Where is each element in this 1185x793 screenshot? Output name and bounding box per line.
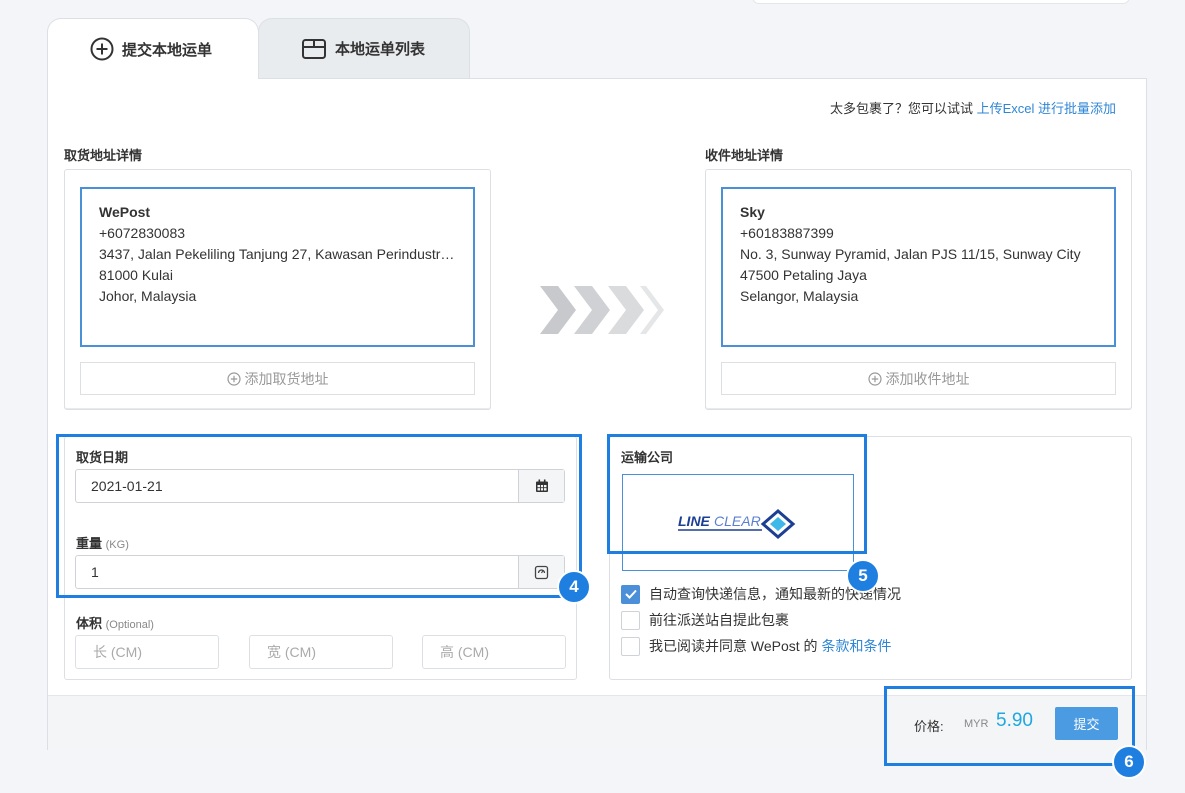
receiver-street: No. 3, Sunway Pyramid, Jalan PJS 11/15, …: [740, 246, 1081, 262]
carrier-label: 运输公司: [621, 450, 674, 465]
weight-unit: (KG): [105, 539, 129, 551]
add-receiver-label: 添加收件地址: [885, 370, 970, 387]
agree-terms-checkbox[interactable]: [621, 636, 640, 656]
add-receiver-address-button[interactable]: 添加收件地址: [721, 362, 1116, 395]
price-footer: 价格: MYR 5.90 提交: [48, 695, 1146, 750]
pickup-address-title: 取货地址详情: [64, 148, 143, 163]
calendar-button[interactable]: [518, 470, 564, 502]
tab-submit-local-waybill[interactable]: 提交本地运单: [47, 18, 259, 79]
terms-link[interactable]: 条款和条件: [822, 636, 892, 656]
carrier-box: 运输公司 LINE CLEAR 自动查询快递信息，通知最新的快递情况 前往派送站…: [609, 436, 1132, 680]
receiver-state: Selangor, Malaysia: [740, 288, 859, 304]
option-self-pickup[interactable]: 前往派送站自提此包裹: [621, 610, 789, 630]
option-agree-terms[interactable]: 我已阅读并同意 WePost 的条款和条件: [621, 636, 892, 656]
plus-circle-icon: [867, 371, 882, 386]
weight-value: 1: [91, 564, 99, 580]
logo-text-line: LINE: [678, 513, 711, 529]
price-label: 价格:: [914, 719, 944, 734]
pickup-address-card[interactable]: WePost +6072830083 3437, Jalan Pekelilin…: [80, 187, 475, 347]
callout-badge-6: 6: [1112, 745, 1146, 779]
top-search-bar[interactable]: [752, 0, 1130, 4]
pickup-state: Johor, Malaysia: [99, 288, 197, 304]
submit-button[interactable]: 提交: [1055, 707, 1118, 740]
receiver-city: 47500 Petaling Jaya: [740, 267, 867, 283]
logo-text-clear: CLEAR: [714, 513, 761, 529]
direction-arrows-icon: [540, 286, 664, 334]
calendar-icon: [535, 479, 548, 492]
weight-field[interactable]: 1: [75, 555, 565, 589]
upload-excel-link[interactable]: 上传Excel 进行批量添加: [977, 101, 1116, 116]
add-pickup-address-button[interactable]: 添加取货地址: [80, 362, 475, 395]
length-input[interactable]: 长 (CM): [75, 635, 219, 669]
auto-tracking-checkbox[interactable]: [621, 584, 640, 604]
pickup-date-value: 2021-01-21: [91, 478, 163, 494]
width-input[interactable]: 宽 (CM): [249, 635, 393, 669]
receiver-address-title: 收件地址详情: [705, 148, 784, 163]
lineclear-logo: LINE CLEAR: [678, 508, 796, 539]
receiver-name: Sky: [740, 204, 765, 220]
pickup-date-field[interactable]: 2021-01-21: [75, 469, 565, 503]
volume-label-text: 体积: [76, 616, 103, 631]
height-input[interactable]: 高 (CM): [422, 635, 566, 669]
pickup-city: 81000 Kulai: [99, 267, 173, 283]
pickup-details-box: 取货日期 2021-01-21 重量 (KG) 1 体积 (Optional) …: [64, 436, 577, 680]
callout-badge-5: 5: [846, 559, 880, 593]
receiver-phone: +60183887399: [740, 225, 834, 241]
pickup-name: WePost: [99, 204, 151, 220]
tab-label: 提交本地运单: [122, 41, 213, 59]
price-amount: 5.90: [996, 710, 1033, 731]
bulk-upload-hint: 太多包裹了？您可以试试 上传Excel 进行批量添加: [830, 98, 1116, 117]
plus-circle-icon: [90, 37, 114, 61]
package-box-icon: [302, 38, 326, 59]
volume-label: 体积 (Optional): [76, 613, 154, 632]
receiver-address-box: Sky +60183887399 No. 3, Sunway Pyramid, …: [705, 169, 1132, 410]
submit-waybill-panel: 太多包裹了？您可以试试 上传Excel 进行批量添加 取货地址详情 收件地址详情…: [47, 78, 1147, 750]
checkmark-icon: [624, 589, 637, 599]
weight-label: 重量 (KG): [76, 533, 129, 552]
add-pickup-label: 添加取货地址: [244, 370, 329, 387]
receiver-address-card[interactable]: Sky +60183887399 No. 3, Sunway Pyramid, …: [721, 187, 1116, 347]
pickup-date-label: 取货日期: [76, 450, 129, 465]
self-pickup-checkbox[interactable]: [621, 610, 640, 630]
tab-local-waybill-list[interactable]: 本地运单列表: [258, 18, 470, 78]
currency-label: MYR: [964, 718, 989, 730]
pickup-street: 3437, Jalan Pekeliling Tanjung 27, Kawas…: [99, 246, 456, 262]
hint-text: 太多包裹了？您可以试试: [829, 101, 977, 116]
scale-icon: [534, 565, 549, 579]
agree-terms-label: 我已阅读并同意 WePost 的: [649, 638, 818, 654]
self-pickup-label: 前往派送站自提此包裹: [649, 612, 789, 628]
tab-label: 本地运单列表: [335, 41, 426, 58]
weight-label-text: 重量: [76, 536, 103, 551]
plus-circle-icon: [226, 371, 241, 386]
carrier-option-lineclear[interactable]: LINE CLEAR: [622, 474, 854, 571]
callout-badge-4: 4: [557, 570, 591, 604]
volume-optional: (Optional): [105, 619, 154, 631]
pickup-phone: +6072830083: [99, 225, 186, 241]
pickup-address-box: WePost +6072830083 3437, Jalan Pekelilin…: [64, 169, 491, 410]
